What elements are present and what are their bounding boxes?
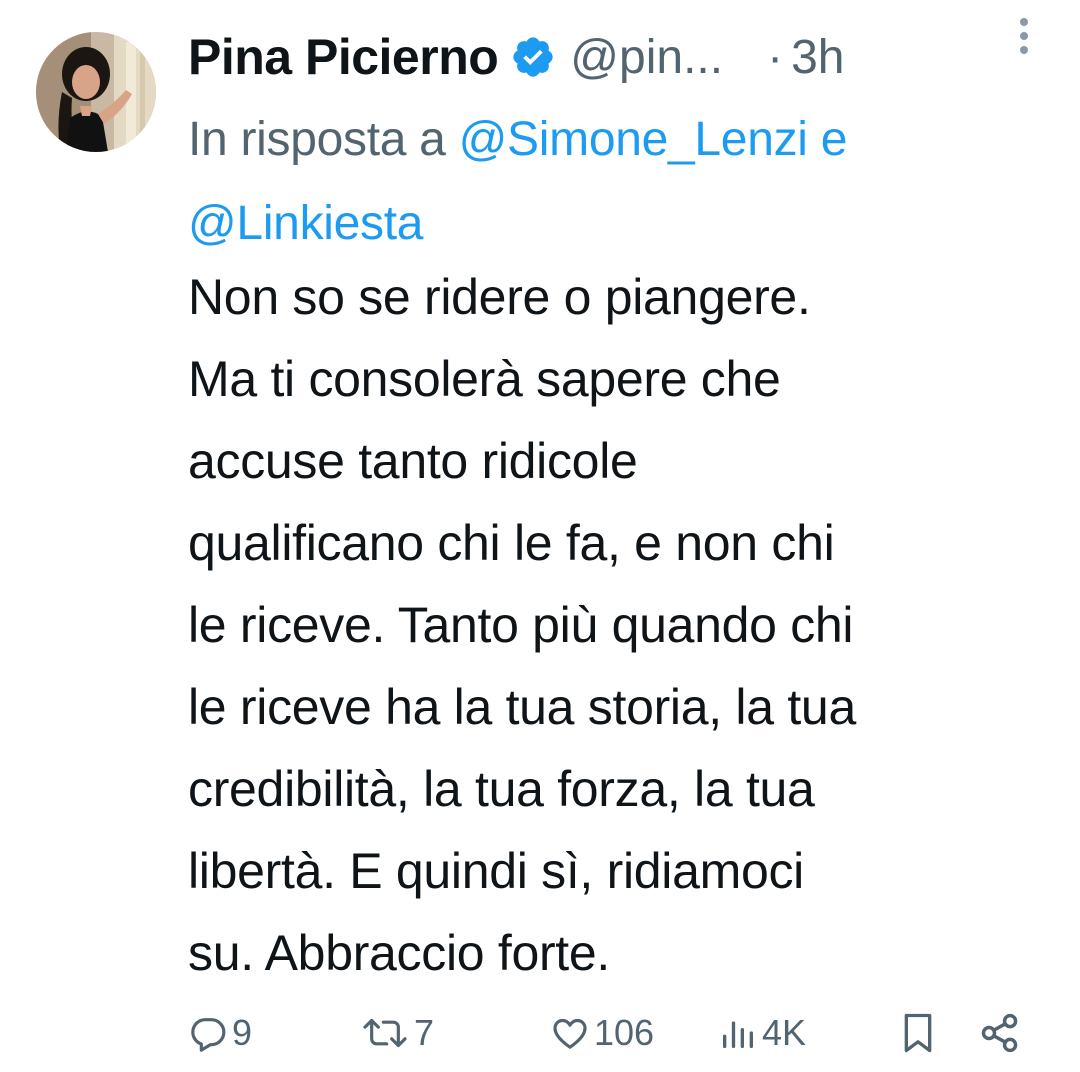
heart-icon (550, 1013, 590, 1053)
tweet-text-line: Non so se ridere o piangere. (188, 269, 811, 325)
mention-link[interactable]: @Simone_Lenzi (459, 113, 808, 166)
tweet-text-line: libertà. E quindi sì, ridiamoci (188, 843, 804, 899)
reply-icon (188, 1013, 228, 1053)
share-icon (978, 1011, 1022, 1055)
like-count: 106 (594, 1012, 655, 1053)
like-button[interactable]: 106 (550, 1008, 654, 1058)
reply-count: 9 (232, 1012, 253, 1053)
views-button[interactable]: 4K (718, 1008, 806, 1058)
mention-link[interactable]: @Linkiesta (188, 197, 423, 250)
retweet-count: 7 (414, 1012, 435, 1053)
tweet-header: Pina Picierno @pin... · 3h (188, 22, 1048, 92)
bookmark-button[interactable] (898, 1008, 938, 1058)
verified-badge-icon (510, 34, 556, 80)
reply-context: In risposta a @Simone_Lenzi e @Linkiesta (188, 98, 1048, 266)
tweet-timestamp[interactable]: 3h (791, 30, 844, 85)
more-options-icon[interactable] (1018, 16, 1030, 56)
reply-conjunction: e (820, 113, 848, 166)
avatar[interactable] (36, 32, 156, 152)
views-count: 4K (762, 1012, 807, 1053)
action-bar: 9 7 106 4K (188, 1008, 1048, 1058)
tweet-text: Non so se ridere o piangere. Ma ti conso… (188, 256, 1048, 994)
retweet-icon (360, 1013, 410, 1053)
reply-prefix: In risposta a (188, 113, 446, 166)
bookmark-icon (898, 1011, 938, 1055)
tweet-text-line: credibilità, la tua forza, la tua (188, 761, 815, 817)
tweet-text-line: accuse tanto ridicole (188, 433, 638, 489)
tweet-text-line: su. Abbraccio forte. (188, 925, 611, 981)
share-button[interactable] (978, 1008, 1022, 1058)
reply-button[interactable]: 9 (188, 1008, 252, 1058)
tweet-text-line: Ma ti consolerà sapere che (188, 351, 781, 407)
separator-dot: · (767, 30, 784, 84)
author-name[interactable]: Pina Picierno (188, 28, 499, 86)
tweet[interactable]: Pina Picierno @pin... · 3h In risposta a… (0, 0, 1080, 1072)
tweet-text-line: qualificano chi le fa, e non chi (188, 515, 835, 571)
retweet-button[interactable]: 7 (360, 1008, 434, 1058)
tweet-text-line: le riceve ha la tua storia, la tua (188, 679, 856, 735)
views-chart-icon (718, 1013, 758, 1053)
tweet-text-line: le riceve. Tanto più quando chi (188, 597, 854, 653)
author-handle[interactable]: @pin... (570, 30, 723, 85)
